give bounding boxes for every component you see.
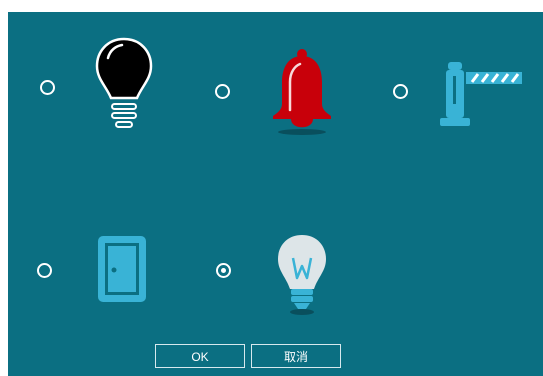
icon-picker-dialog: OK 取消 [8, 12, 543, 376]
radio-lightbulb-outline[interactable] [216, 263, 231, 278]
lightbulb-outline-icon[interactable] [274, 232, 330, 316]
barrier-gate-icon[interactable] [438, 60, 524, 128]
radio-door[interactable] [37, 263, 52, 278]
lightbulb-black-icon[interactable] [94, 36, 154, 132]
radio-lightbulb-black[interactable] [40, 80, 55, 95]
door-icon[interactable] [96, 234, 150, 304]
radio-bell-red[interactable] [215, 84, 230, 99]
cancel-button[interactable]: 取消 [251, 344, 341, 368]
ok-button[interactable]: OK [155, 344, 245, 368]
radio-barrier-gate[interactable] [393, 84, 408, 99]
bell-red-icon[interactable] [268, 46, 336, 138]
